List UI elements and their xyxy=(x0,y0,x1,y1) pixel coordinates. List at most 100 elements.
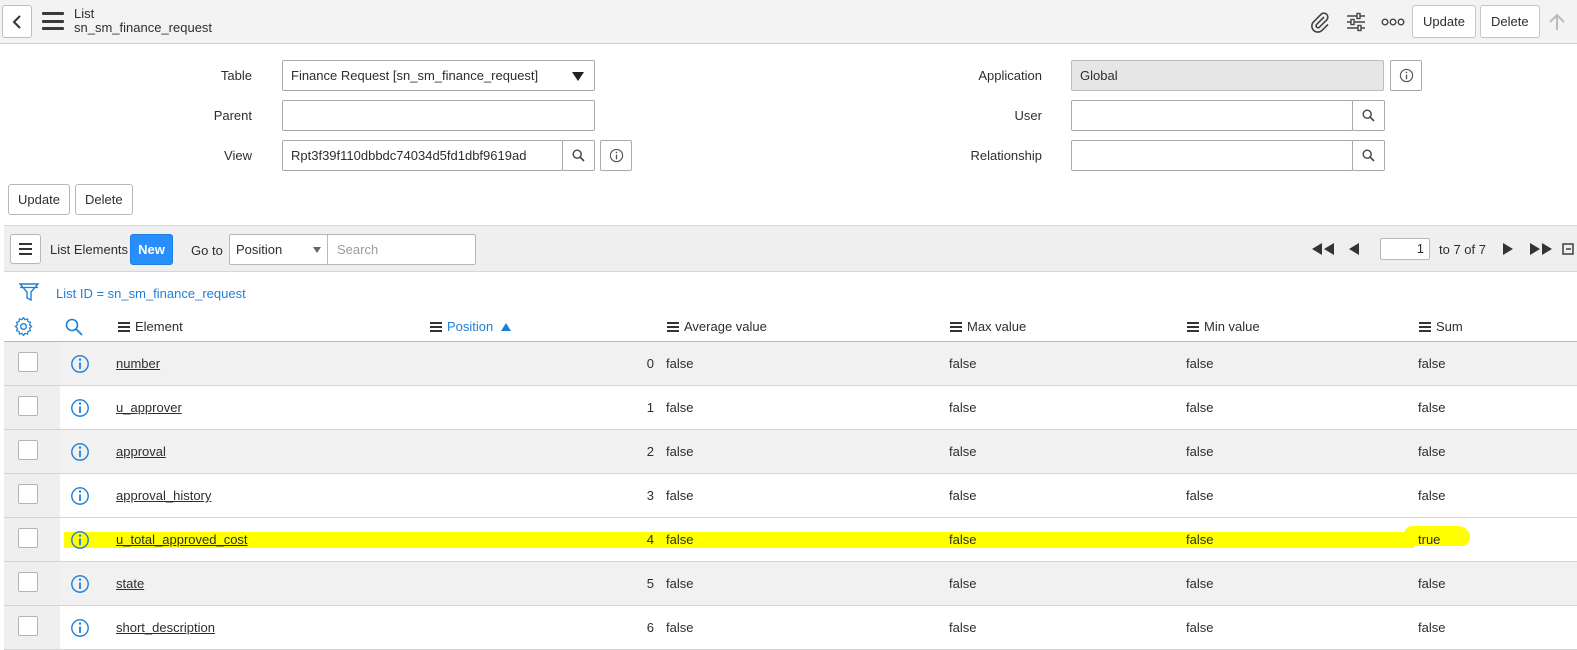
caret-down-icon xyxy=(313,247,321,253)
view-search-button[interactable] xyxy=(562,140,595,171)
page-number-input[interactable]: 1 xyxy=(1380,238,1430,260)
list-menu-button[interactable] xyxy=(10,234,41,264)
column-average-value[interactable]: Average value xyxy=(667,319,767,334)
search-icon[interactable] xyxy=(65,318,83,339)
application-field: Global xyxy=(1071,60,1384,91)
last-page-icon[interactable] xyxy=(1528,239,1554,259)
info-icon[interactable] xyxy=(70,398,90,421)
column-sum[interactable]: Sum xyxy=(1419,319,1463,334)
info-icon[interactable] xyxy=(70,530,90,553)
delete-button[interactable]: Delete xyxy=(75,184,133,215)
max-cell: false xyxy=(949,356,977,371)
info-icon[interactable] xyxy=(70,486,90,509)
max-cell: false xyxy=(949,488,977,503)
goto-field-value: Position xyxy=(236,242,283,257)
first-page-icon[interactable] xyxy=(1310,239,1336,259)
user-label: User xyxy=(1014,108,1042,123)
sum-cell: false xyxy=(1418,620,1446,635)
row-checkbox[interactable] xyxy=(18,396,38,416)
paperclip-icon[interactable] xyxy=(1308,10,1332,34)
element-link[interactable]: approval xyxy=(116,444,166,459)
list-search-input[interactable] xyxy=(327,234,476,265)
export-icon[interactable] xyxy=(1562,239,1574,259)
relationship-field[interactable] xyxy=(1071,140,1353,171)
position-cell: 3 xyxy=(646,488,654,503)
column-position[interactable]: Position xyxy=(430,319,512,334)
header-delete-button[interactable]: Delete xyxy=(1480,5,1540,38)
next-page-icon[interactable] xyxy=(1502,239,1514,259)
max-cell: false xyxy=(949,444,977,459)
view-field[interactable]: Rpt3f39f110dbbdc74034d5fd1dbf9619ad xyxy=(282,140,563,171)
page-range-text: to 7 of 7 xyxy=(1439,242,1486,257)
element-link[interactable]: state xyxy=(116,576,144,591)
column-min-value[interactable]: Min value xyxy=(1187,319,1260,334)
gear-icon[interactable] xyxy=(14,316,33,339)
sum-cell: false xyxy=(1418,444,1446,459)
row-checkbox[interactable] xyxy=(18,528,38,548)
element-link[interactable]: number xyxy=(116,356,160,371)
more-icon[interactable] xyxy=(1381,10,1405,34)
sum-cell: false xyxy=(1418,488,1446,503)
parent-field[interactable] xyxy=(282,100,595,131)
row-checkbox[interactable] xyxy=(18,484,38,504)
user-field[interactable] xyxy=(1071,100,1353,131)
position-cell: 0 xyxy=(646,356,654,371)
row-select-cell xyxy=(4,474,60,517)
sum-cell: false xyxy=(1418,400,1446,415)
table-row-highlighted: u_total_approved_cost 4 false false fals… xyxy=(4,518,1577,562)
header-update-button[interactable]: Update xyxy=(1412,5,1476,38)
column-menu-icon[interactable] xyxy=(430,321,442,332)
prev-page-icon[interactable] xyxy=(1348,239,1360,259)
sliders-icon[interactable] xyxy=(1344,10,1368,34)
new-button[interactable]: New xyxy=(130,234,173,265)
row-select-cell xyxy=(4,518,60,561)
average-cell: false xyxy=(666,488,694,503)
table-select[interactable]: Finance Request [sn_sm_finance_request] xyxy=(282,60,595,91)
column-menu-icon[interactable] xyxy=(667,321,679,332)
table-select-value: Finance Request [sn_sm_finance_request] xyxy=(291,68,539,83)
column-menu-icon[interactable] xyxy=(950,321,962,332)
row-select-cell xyxy=(4,606,60,649)
max-cell: false xyxy=(949,532,977,547)
average-cell: false xyxy=(666,532,694,547)
info-icon[interactable] xyxy=(70,618,90,641)
caret-down-icon xyxy=(572,72,584,81)
element-link[interactable]: u_approver xyxy=(116,400,182,415)
info-icon[interactable] xyxy=(70,442,90,465)
column-menu-icon[interactable] xyxy=(1187,321,1199,332)
info-icon[interactable] xyxy=(70,354,90,377)
filter-icon[interactable] xyxy=(18,281,40,306)
row-checkbox[interactable] xyxy=(18,352,38,372)
column-position-label: Position xyxy=(447,319,494,334)
arrow-up-icon[interactable] xyxy=(1545,10,1569,34)
element-link[interactable]: u_total_approved_cost xyxy=(116,532,248,547)
column-menu-icon[interactable] xyxy=(118,321,130,332)
breadcrumb[interactable]: List ID = sn_sm_finance_request xyxy=(56,286,246,301)
column-element[interactable]: Element xyxy=(118,319,183,334)
application-label: Application xyxy=(978,68,1042,83)
row-checkbox[interactable] xyxy=(18,572,38,592)
table-row: number 0 false false false false xyxy=(4,342,1577,386)
row-select-cell xyxy=(4,386,60,429)
view-info-button[interactable] xyxy=(600,140,632,171)
column-menu-icon[interactable] xyxy=(1419,321,1431,332)
row-checkbox[interactable] xyxy=(18,616,38,636)
row-checkbox[interactable] xyxy=(18,440,38,460)
column-max-value[interactable]: Max value xyxy=(950,319,1026,334)
user-search-button[interactable] xyxy=(1352,100,1385,131)
goto-field-select[interactable]: Position xyxy=(229,234,328,265)
hamburger-icon[interactable] xyxy=(42,12,64,30)
relationship-label: Relationship xyxy=(970,148,1042,163)
position-cell: 5 xyxy=(646,576,654,591)
application-info-button[interactable] xyxy=(1390,60,1422,91)
element-link[interactable]: approval_history xyxy=(116,488,211,503)
column-sum-label: Sum xyxy=(1436,319,1463,334)
info-icon[interactable] xyxy=(70,574,90,597)
update-button[interactable]: Update xyxy=(8,184,70,215)
row-select-cell xyxy=(4,342,60,385)
row-select-cell xyxy=(4,430,60,473)
element-link[interactable]: short_description xyxy=(116,620,215,635)
back-button[interactable] xyxy=(2,5,32,38)
relationship-search-button[interactable] xyxy=(1352,140,1385,171)
column-min-value-label: Min value xyxy=(1204,319,1260,334)
